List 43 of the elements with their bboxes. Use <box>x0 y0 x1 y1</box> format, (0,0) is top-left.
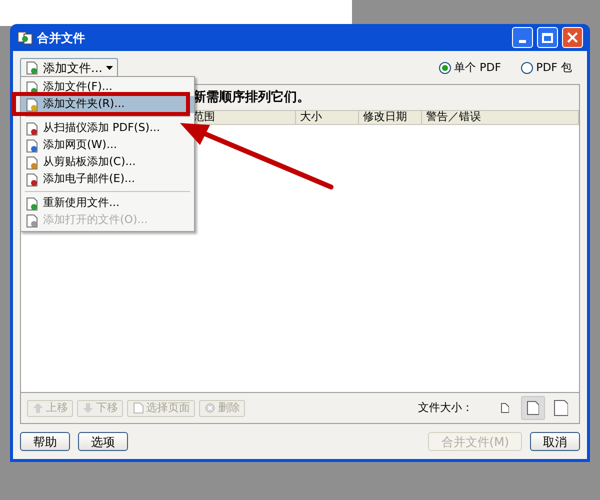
menu-item[interactable]: 从扫描仪添加 PDF(S)... <box>21 120 194 137</box>
column-header[interactable]: 警告／错误 <box>426 109 481 126</box>
menu-item[interactable]: 重新使用文件... <box>21 195 194 212</box>
close-button[interactable] <box>562 27 583 48</box>
add-files-dropdown[interactable]: 添加文件... <box>20 58 118 78</box>
page-icon <box>527 401 539 415</box>
column-header[interactable]: 大小 <box>300 109 322 126</box>
radio-label: PDF 包 <box>536 60 572 76</box>
document-icon <box>25 138 39 152</box>
column-header[interactable]: 修改日期 <box>363 109 407 126</box>
cancel-button[interactable]: 取消 <box>530 432 580 451</box>
document-icon <box>25 80 39 94</box>
page-icon <box>501 403 509 413</box>
minimize-button[interactable] <box>512 27 533 48</box>
maximize-button[interactable] <box>537 27 558 48</box>
menu-item[interactable]: 添加文件(F)... <box>21 79 194 96</box>
document-icon <box>25 156 39 170</box>
document-icon <box>25 98 39 112</box>
radio-button[interactable] <box>439 62 452 74</box>
window-title: 合并文件 <box>37 30 85 46</box>
options-button[interactable]: 选项 <box>78 432 128 451</box>
caret-icon <box>106 66 114 70</box>
document-icon <box>25 196 39 210</box>
document-icon <box>25 122 39 136</box>
help-button[interactable]: 帮助 <box>20 432 70 451</box>
file-size-option[interactable] <box>521 396 545 420</box>
close-icon <box>567 32 578 43</box>
page-icon <box>132 402 144 414</box>
radio-button[interactable] <box>521 62 534 74</box>
up-arrow-icon <box>32 402 44 414</box>
document-icon <box>25 172 39 186</box>
menu-item: 添加打开的文件(O)... <box>21 212 194 229</box>
radio-label: 单个 PDF <box>454 60 502 76</box>
delete-icon <box>204 402 216 414</box>
down-arrow-icon <box>82 402 94 414</box>
menu-item[interactable]: 添加文件夹(R)... <box>21 96 194 113</box>
menu-item[interactable]: 添加网页(W)... <box>21 137 194 154</box>
page-icon <box>554 400 568 416</box>
merge-icon <box>17 30 33 44</box>
file-size-label: 文件大小： <box>418 400 473 416</box>
menu-item[interactable]: 添加电子邮件(E)... <box>21 171 194 188</box>
document-icon <box>25 214 39 228</box>
menu-item[interactable]: 从剪贴板添加(C)... <box>21 154 194 171</box>
